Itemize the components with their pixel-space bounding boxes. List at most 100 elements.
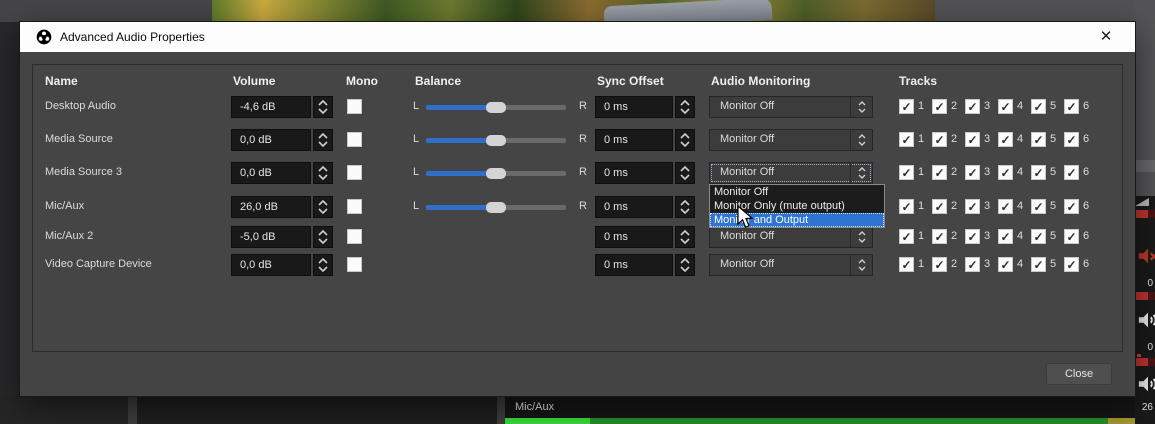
track-checkbox[interactable]: ✓ [998, 199, 1013, 214]
balance-track[interactable] [426, 105, 566, 110]
volume-input[interactable]: 0,0 dB [231, 254, 311, 276]
track-checkbox[interactable]: ✓ [998, 132, 1013, 147]
dropdown-option-monitor-off[interactable]: Monitor Off [710, 185, 884, 199]
track-toggle[interactable]: ✓6 [1064, 99, 1097, 115]
spinner-up-icon[interactable] [318, 230, 328, 236]
track-checkbox[interactable]: ✓ [998, 257, 1013, 272]
close-button[interactable]: Close [1046, 363, 1112, 385]
track-checkbox[interactable]: ✓ [1031, 99, 1046, 114]
sync-offset-input[interactable]: 0 ms [595, 129, 673, 151]
monitoring-select[interactable]: Monitor Off [709, 129, 873, 151]
track-toggle[interactable]: ✓4 [998, 229, 1031, 245]
sync-offset-input[interactable]: 0 ms [595, 96, 673, 118]
track-toggle[interactable]: ✓3 [965, 165, 998, 181]
track-checkbox[interactable]: ✓ [932, 257, 947, 272]
track-checkbox[interactable]: ✓ [1064, 165, 1079, 180]
track-checkbox[interactable]: ✓ [1031, 199, 1046, 214]
track-toggle[interactable]: ✓2 [932, 132, 965, 148]
mono-checkbox[interactable] [347, 165, 362, 180]
track-checkbox[interactable]: ✓ [899, 229, 914, 244]
track-checkbox[interactable]: ✓ [998, 165, 1013, 180]
sync-offset-spinner[interactable] [675, 226, 695, 248]
fader-handle-icon[interactable] [1135, 198, 1149, 206]
track-toggle[interactable]: ✓3 [965, 132, 998, 148]
speaker-icon[interactable] [1137, 372, 1155, 396]
spinner-down-icon[interactable] [318, 174, 328, 180]
track-toggle[interactable]: ✓1 [899, 165, 932, 181]
track-toggle[interactable]: ✓4 [998, 165, 1031, 181]
spinner-up-icon[interactable] [680, 100, 690, 106]
spinner-up-icon[interactable] [680, 258, 690, 264]
mono-checkbox[interactable] [347, 99, 362, 114]
track-checkbox[interactable]: ✓ [998, 229, 1013, 244]
track-toggle[interactable]: ✓5 [1031, 99, 1064, 115]
balance-track[interactable] [426, 171, 566, 176]
volume-spinner[interactable] [313, 196, 333, 218]
track-checkbox[interactable]: ✓ [965, 99, 980, 114]
track-checkbox[interactable]: ✓ [965, 165, 980, 180]
track-toggle[interactable]: ✓5 [1031, 132, 1064, 148]
track-checkbox[interactable]: ✓ [899, 99, 914, 114]
sync-offset-input[interactable]: 0 ms [595, 162, 673, 184]
volume-input[interactable]: -4,6 dB [231, 96, 311, 118]
track-toggle[interactable]: ✓6 [1064, 165, 1097, 181]
track-checkbox[interactable]: ✓ [1064, 257, 1079, 272]
speaker-icon[interactable] [1137, 308, 1155, 332]
track-checkbox[interactable]: ✓ [965, 257, 980, 272]
volume-spinner[interactable] [313, 96, 333, 118]
track-checkbox[interactable]: ✓ [932, 132, 947, 147]
monitoring-select[interactable]: Monitor Off [709, 226, 873, 248]
sync-offset-spinner[interactable] [675, 162, 695, 184]
sync-offset-input[interactable]: 0 ms [595, 196, 673, 218]
spinner-down-icon[interactable] [680, 238, 690, 244]
combo-stepper-icon[interactable] [850, 227, 872, 247]
track-checkbox[interactable]: ✓ [899, 165, 914, 180]
track-checkbox[interactable]: ✓ [1064, 199, 1079, 214]
monitoring-select-open[interactable]: Monitor Off [709, 162, 873, 184]
track-toggle[interactable]: ✓5 [1031, 199, 1064, 215]
balance-handle[interactable] [486, 168, 506, 179]
volume-spinner[interactable] [313, 254, 333, 276]
spinner-up-icon[interactable] [318, 166, 328, 172]
combo-stepper-icon[interactable] [850, 130, 872, 150]
spinner-up-icon[interactable] [318, 133, 328, 139]
track-toggle[interactable]: ✓2 [932, 257, 965, 273]
spinner-down-icon[interactable] [318, 108, 328, 114]
track-toggle[interactable]: ✓1 [899, 257, 932, 273]
close-window-icon[interactable]: ✕ [1095, 26, 1117, 48]
track-checkbox[interactable]: ✓ [998, 99, 1013, 114]
monitoring-select[interactable]: Monitor Off [709, 96, 873, 118]
spinner-down-icon[interactable] [680, 108, 690, 114]
mono-checkbox[interactable] [347, 257, 362, 272]
volume-spinner[interactable] [313, 226, 333, 248]
track-toggle[interactable]: ✓6 [1064, 257, 1097, 273]
balance-track[interactable] [426, 205, 566, 210]
track-checkbox[interactable]: ✓ [1031, 229, 1046, 244]
combo-stepper-icon[interactable] [850, 163, 872, 183]
spinner-up-icon[interactable] [318, 100, 328, 106]
spinner-down-icon[interactable] [318, 266, 328, 272]
sync-offset-input[interactable]: 0 ms [595, 254, 673, 276]
track-toggle[interactable]: ✓2 [932, 165, 965, 181]
dialog-titlebar[interactable]: Advanced Audio Properties ✕ [20, 22, 1135, 52]
track-checkbox[interactable]: ✓ [899, 199, 914, 214]
track-checkbox[interactable]: ✓ [1031, 165, 1046, 180]
track-toggle[interactable]: ✓4 [998, 99, 1031, 115]
track-toggle[interactable]: ✓6 [1064, 132, 1097, 148]
balance-handle[interactable] [486, 135, 506, 146]
track-checkbox[interactable]: ✓ [899, 257, 914, 272]
balance-handle[interactable] [486, 102, 506, 113]
track-toggle[interactable]: ✓6 [1064, 229, 1097, 245]
sync-offset-spinner[interactable] [675, 129, 695, 151]
balance-slider[interactable]: L R [411, 162, 587, 184]
sync-offset-spinner[interactable] [675, 196, 695, 218]
muted-speaker-icon[interactable] [1137, 244, 1155, 268]
combo-stepper-icon[interactable] [850, 97, 872, 117]
track-toggle[interactable]: ✓2 [932, 99, 965, 115]
spinner-up-icon[interactable] [680, 166, 690, 172]
spinner-up-icon[interactable] [318, 200, 328, 206]
mono-checkbox[interactable] [347, 199, 362, 214]
spinner-down-icon[interactable] [680, 208, 690, 214]
track-toggle[interactable]: ✓3 [965, 199, 998, 215]
track-toggle[interactable]: ✓5 [1031, 165, 1064, 181]
